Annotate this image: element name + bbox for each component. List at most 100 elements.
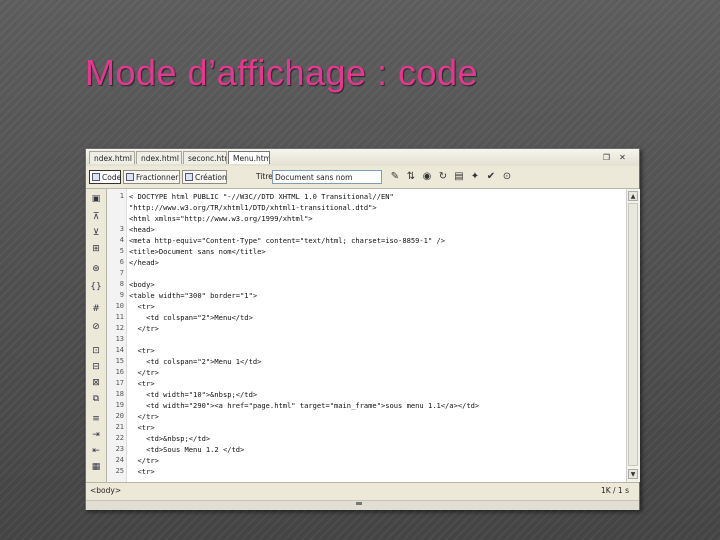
code-line[interactable]: 20 </tr> — [107, 411, 626, 422]
code-line[interactable]: 22 <td>&nbsp;</td> — [107, 433, 626, 444]
remove-comment-icon[interactable]: ⊟ — [90, 361, 102, 373]
code-text: <td width="10">&nbsp;</td> — [129, 390, 258, 399]
code-line[interactable]: 3 <head> — [107, 224, 626, 235]
balance-braces-icon[interactable]: {} — [90, 281, 102, 293]
code-view-icon — [92, 173, 100, 181]
line-number: 15 — [115, 357, 124, 365]
tab-label: seconc.html — [188, 154, 226, 163]
tab-menu-html[interactable]: Menu.html — [228, 151, 270, 164]
code-line[interactable]: 14 <tr> — [107, 345, 626, 356]
highlight-invalid-code-icon[interactable]: ⊘ — [90, 321, 102, 333]
design-view-label: Création — [195, 173, 227, 182]
preview-browser-icon[interactable]: ◉ — [421, 171, 433, 183]
scroll-up-arrow-icon[interactable]: ▲ — [628, 191, 638, 201]
line-number: 3 — [119, 225, 124, 233]
code-text: <tr> — [129, 467, 155, 476]
code-text: <td>Sous Menu 1.2 </td> — [129, 445, 245, 454]
code-line[interactable]: 8 <body> — [107, 279, 626, 290]
tab-document-3[interactable]: seconc.html — [183, 151, 227, 164]
code-line[interactable]: 9 <table width="300" border="1"> — [107, 290, 626, 301]
line-number: 14 — [115, 346, 124, 354]
code-text: < DOCTYPE html PUBLIC "-//W3C//DTD XHTML… — [129, 192, 394, 201]
code-line[interactable]: 21 <tr> — [107, 422, 626, 433]
document-title-input[interactable] — [272, 170, 382, 184]
line-number: 8 — [119, 280, 124, 288]
code-line[interactable]: "http://www.w3.org/TR/xhtml1/DTD/xhtml1-… — [107, 202, 626, 213]
recent-snippets-icon[interactable]: ⧉ — [90, 393, 102, 405]
scroll-down-arrow-icon[interactable]: ▼ — [628, 469, 638, 479]
code-line[interactable]: 19 <td width="290"><a href="page.html" t… — [107, 400, 626, 411]
split-view-icon — [126, 173, 134, 181]
code-line[interactable]: 11 <td colspan="2">Menu</td> — [107, 312, 626, 323]
close-icon[interactable]: ✕ — [618, 153, 627, 162]
line-number: 9 — [119, 291, 124, 299]
panel-expander-handle[interactable] — [356, 502, 362, 505]
visual-aids-icon[interactable]: ✦ — [469, 171, 481, 183]
apply-comment-icon[interactable]: ⊡ — [90, 345, 102, 357]
file-management-icon[interactable]: ⇅ — [405, 171, 417, 183]
split-view-button[interactable]: Fractionner — [123, 170, 180, 184]
tab-document-1[interactable]: ndex.html — [89, 151, 135, 164]
tab-document-2[interactable]: ndex.html — [136, 151, 182, 164]
document-toolbar: Code Fractionner Création Titre: ✎ ⇅ ◉ ↻… — [86, 166, 639, 189]
scrollbar-thumb[interactable] — [628, 203, 638, 466]
code-text: <tr> — [129, 302, 155, 311]
line-number: 16 — [115, 368, 124, 376]
code-line[interactable]: 24 </tr> — [107, 455, 626, 466]
select-parent-tag-icon[interactable]: ⊛ — [90, 263, 102, 275]
vertical-scrollbar[interactable]: ▲ ▼ — [626, 189, 640, 482]
line-number: 1 — [119, 192, 124, 200]
code-line[interactable]: 1 < DOCTYPE html PUBLIC "-//W3C//DTD XHTM… — [107, 191, 626, 202]
line-number: 10 — [115, 302, 124, 310]
code-line[interactable]: 17 <tr> — [107, 378, 626, 389]
refresh-icon[interactable]: ↻ — [437, 171, 449, 183]
check-browser-icon[interactable]: ✔ — [485, 171, 497, 183]
design-view-button[interactable]: Création — [182, 170, 227, 184]
code-line[interactable]: 15 <td colspan="2">Menu 1</td> — [107, 356, 626, 367]
code-text: <table width="300" border="1"> — [129, 291, 258, 300]
code-line[interactable]: 10 <tr> — [107, 301, 626, 312]
format-source-icon[interactable]: ▦ — [90, 461, 102, 473]
editor-window: ndex.html ndex.html seconc.html Menu.htm… — [85, 148, 640, 510]
code-text: </tr> — [129, 412, 159, 421]
tag-selector[interactable]: <body> — [90, 486, 121, 495]
line-number: 13 — [115, 335, 124, 343]
view-options-icon[interactable]: ▤ — [453, 171, 465, 183]
wrap-tag-icon[interactable]: ⊠ — [90, 377, 102, 389]
line-number: 24 — [115, 456, 124, 464]
code-line[interactable]: 6 </head> — [107, 257, 626, 268]
code-text: </head> — [129, 258, 159, 267]
collapse-tag-icon[interactable]: ⊼ — [90, 211, 102, 223]
code-line[interactable]: 16 </tr> — [107, 367, 626, 378]
code-text: <td width="290"><a href="page.html" targ… — [129, 401, 480, 410]
code-line[interactable]: 4 <meta http-equiv="Content-Type" content… — [107, 235, 626, 246]
code-line[interactable]: 5 <title>Document sans nom</title> — [107, 246, 626, 257]
open-documents-icon[interactable]: ▣ — [90, 193, 102, 205]
code-text: <tr> — [129, 379, 155, 388]
code-line[interactable]: 7 — [107, 268, 626, 279]
expand-all-icon[interactable]: ⊞ — [90, 243, 102, 255]
move-css-icon[interactable]: ≡ — [90, 413, 102, 425]
tab-label: ndex.html — [141, 154, 179, 163]
code-line[interactable]: 12 </tr> — [107, 323, 626, 334]
code-line[interactable]: 18 <td width="10">&nbsp;</td> — [107, 389, 626, 400]
code-view-button[interactable]: Code — [89, 170, 121, 184]
indent-code-icon[interactable]: ⇥ — [90, 429, 102, 441]
line-numbers-icon[interactable]: # — [90, 303, 102, 315]
code-line[interactable]: 13 — [107, 334, 626, 345]
line-number: 11 — [115, 313, 124, 321]
validate-icon[interactable]: ✎ — [389, 171, 401, 183]
line-number: 17 — [115, 379, 124, 387]
collapse-selection-icon[interactable]: ⊻ — [90, 227, 102, 239]
code-navigator-icon[interactable]: ⊙ — [501, 171, 513, 183]
line-number: 7 — [119, 269, 124, 277]
tab-label: Menu.html — [233, 154, 270, 163]
line-number: 4 — [119, 236, 124, 244]
code-line[interactable]: 25 <tr> — [107, 466, 626, 477]
outdent-code-icon[interactable]: ⇤ — [90, 445, 102, 457]
slide-title: Mode d’affichage : code — [85, 52, 479, 93]
code-editor[interactable]: 1 < DOCTYPE html PUBLIC "-//W3C//DTD XHTM… — [107, 189, 626, 482]
restore-icon[interactable]: ❐ — [602, 153, 611, 162]
code-line[interactable]: 23 <td>Sous Menu 1.2 </td> — [107, 444, 626, 455]
code-line[interactable]: <html xmlns="http://www.w3.org/1999/xhtm… — [107, 213, 626, 224]
